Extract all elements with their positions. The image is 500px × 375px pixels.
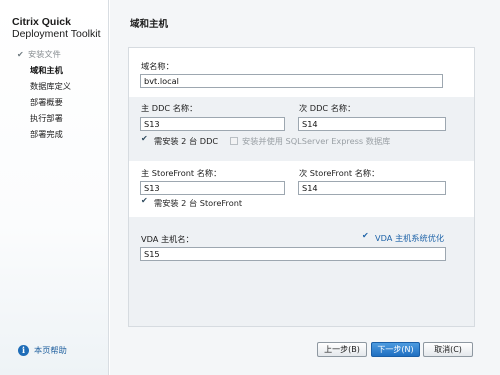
checkbox-check-icon [141, 134, 150, 145]
next-button[interactable]: 下一步(N) [371, 342, 420, 357]
checkbox-check-icon [362, 231, 371, 242]
domain-label: 域名称： [141, 61, 174, 71]
step-deployment-complete[interactable]: 部署完成 [8, 126, 108, 142]
product-title: Citrix Quick Deployment Toolkit [12, 16, 107, 40]
product-title-line2: Deployment Toolkit [12, 28, 101, 40]
primary-storefront-input[interactable]: S13 [140, 181, 285, 195]
step-label: 执行部署 [30, 113, 63, 123]
step-list: ✔ 安装文件 域和主机 数据库定义 部署概要 执行部署 部署完成 [8, 46, 108, 142]
previous-button[interactable]: 上一步(B) [317, 342, 367, 357]
vda-host-label: VDA 主机名： [141, 234, 194, 244]
secondary-ddc-input[interactable]: S14 [298, 117, 446, 131]
step-database-definition[interactable]: 数据库定义 [8, 78, 108, 94]
vda-optimize-checkbox[interactable]: VDA 主机系统优化 [362, 231, 445, 244]
secondary-ddc-label: 次 DDC 名称： [299, 103, 356, 113]
install-sqlserver-label: 安装并使用 SQLServer Express 数据库 [242, 136, 391, 146]
install-sqlserver-checkbox[interactable]: 安装并使用 SQLServer Express 数据库 [230, 135, 390, 147]
primary-ddc-label: 主 DDC 名称： [141, 103, 198, 113]
info-icon: i [18, 344, 29, 356]
secondary-storefront-label: 次 StoreFront 名称： [299, 168, 380, 178]
need-two-storefront-label: 需安装 2 台 StoreFront [154, 198, 243, 208]
form-panel: 域名称： bvt.local 主 DDC 名称： S13 次 DDC 名称： S… [128, 47, 475, 327]
step-label: 安装文件 [28, 49, 61, 59]
step-domain-and-hosts[interactable]: 域和主机 [8, 62, 108, 78]
main-content: 域和主机 域名称： bvt.local 主 DDC 名称： S13 次 DDC … [110, 0, 500, 375]
step-execute-deployment[interactable]: 执行部署 [8, 110, 108, 126]
checkbox-box-icon [230, 137, 238, 145]
page-help-link[interactable]: i 本页帮助 [18, 344, 67, 356]
step-deployment-summary[interactable]: 部署概要 [8, 94, 108, 110]
domain-input[interactable]: bvt.local [140, 74, 443, 88]
step-label: 数据库定义 [30, 81, 71, 91]
page-help-label: 本页帮助 [34, 345, 67, 355]
domain-section [129, 48, 474, 97]
checkmark-icon: ✔ [17, 50, 24, 59]
need-two-storefront-checkbox[interactable]: 需安装 2 台 StoreFront [141, 196, 243, 209]
need-two-ddc-label: 需安装 2 台 DDC [154, 136, 219, 146]
step-label: 域和主机 [30, 65, 63, 75]
product-title-line1: Citrix Quick [12, 16, 71, 28]
page-title: 域和主机 [130, 19, 169, 30]
primary-ddc-input[interactable]: S13 [140, 117, 285, 131]
sidebar: Citrix Quick Deployment Toolkit ✔ 安装文件 域和… [0, 0, 109, 375]
vda-host-input[interactable]: S15 [140, 247, 446, 261]
cancel-button[interactable]: 取消(C) [423, 342, 473, 357]
step-label: 部署概要 [30, 97, 63, 107]
checkbox-check-icon [141, 196, 150, 207]
primary-storefront-label: 主 StoreFront 名称： [141, 168, 222, 178]
secondary-storefront-input[interactable]: S14 [298, 181, 446, 195]
step-install-files[interactable]: ✔ 安装文件 [8, 46, 108, 62]
need-two-ddc-checkbox[interactable]: 需安装 2 台 DDC [141, 134, 219, 147]
step-label: 部署完成 [30, 129, 63, 139]
vda-optimize-label: VDA 主机系统优化 [375, 233, 445, 243]
